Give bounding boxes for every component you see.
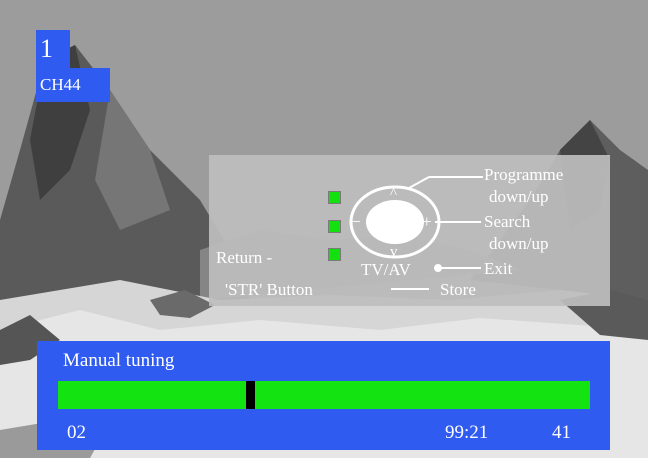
tuning-right-value: 41 xyxy=(552,422,571,443)
down-arrow-icon: v xyxy=(390,244,398,260)
channel-name: CH44 xyxy=(36,68,110,102)
tuning-progress-track xyxy=(58,381,590,409)
return-label: Return - xyxy=(216,248,273,267)
tuning-progress-marker xyxy=(246,381,255,409)
tuning-middle-value: 99:21 xyxy=(445,422,489,443)
programme-label-line1: Programme xyxy=(484,165,564,184)
programme-label-line2: down/up xyxy=(489,187,549,206)
str-button-label: 'STR' Button xyxy=(225,280,313,299)
tuning-left-value: 02 xyxy=(67,422,86,443)
manual-tuning-bar: Manual tuning 02 99:21 41 xyxy=(37,341,610,450)
up-arrow-icon: ^ xyxy=(390,186,398,202)
search-label-line1: Search xyxy=(484,212,531,231)
plus-icon: + xyxy=(422,212,432,231)
search-label-line2: down/up xyxy=(489,234,549,253)
store-label: Store xyxy=(440,280,476,299)
minus-icon: − xyxy=(351,212,361,231)
remote-help-panel: ^ v − + Programme down/up Search down/up… xyxy=(209,155,610,306)
tvav-label: TV/AV xyxy=(361,260,411,279)
exit-label: Exit xyxy=(484,259,513,278)
channel-number: 1 xyxy=(36,30,70,68)
tuning-title: Manual tuning xyxy=(63,350,175,371)
